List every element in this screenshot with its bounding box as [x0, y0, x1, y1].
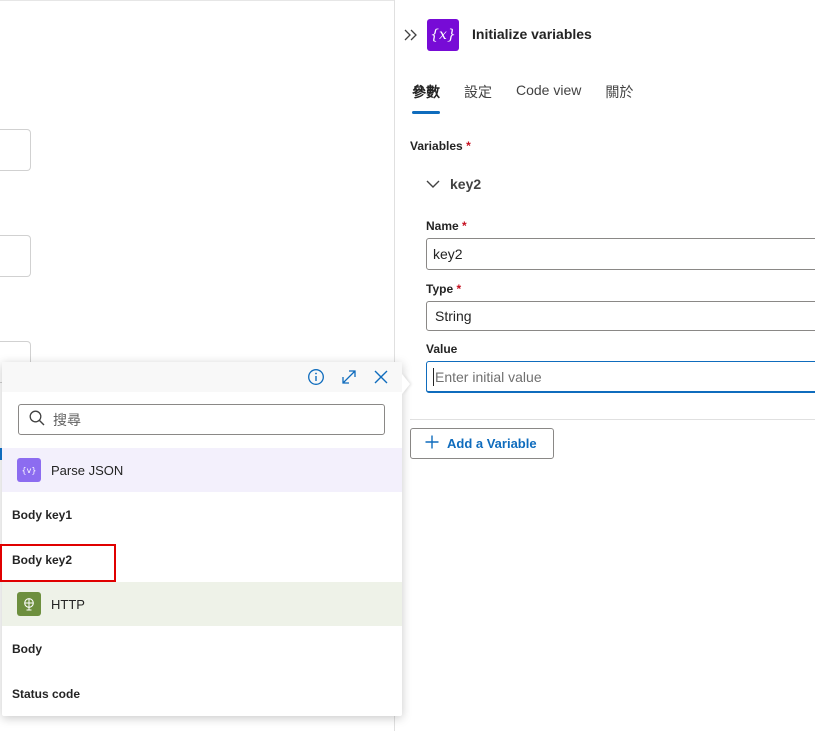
required-mark: * — [466, 139, 471, 153]
dynamic-content-search-input[interactable]: 搜尋 — [18, 404, 385, 435]
canvas-selection-marker — [0, 448, 2, 460]
search-placeholder: 搜尋 — [53, 411, 81, 428]
variables-label-text: Variables — [410, 139, 463, 153]
group-label: HTTP — [51, 596, 85, 612]
highlight-box — [0, 544, 116, 582]
required-mark: * — [456, 282, 462, 296]
variable-value-input[interactable]: Enter initial value — [426, 361, 815, 393]
add-variable-button[interactable]: Add a Variable — [410, 428, 554, 459]
group-label: Parse JSON — [51, 462, 124, 478]
svg-text:{v}: {v} — [22, 466, 36, 475]
variable-action-icon: {x} — [427, 19, 459, 51]
name-label-text: Name — [426, 219, 459, 233]
panel-title: Initialize variables — [472, 26, 592, 42]
popup-pointer — [402, 374, 410, 394]
text-caret — [433, 367, 434, 386]
type-label-text: Type — [426, 282, 454, 296]
section-divider — [410, 419, 815, 420]
panel-tabs: 參數 設定 Code view 關於 — [412, 80, 657, 114]
group-http: HTTP — [2, 582, 402, 626]
tab-about[interactable]: 關於 — [605, 80, 633, 114]
canvas-top-border — [0, 0, 395, 5]
token-body-key1[interactable]: Body key1 — [2, 493, 402, 537]
group-parse-json: {v} Parse JSON — [2, 448, 402, 492]
variable-header-label: key2 — [450, 176, 482, 192]
search-icon — [29, 410, 45, 429]
info-icon[interactable] — [307, 368, 325, 386]
token-status-code[interactable]: Status code — [2, 672, 402, 716]
value-label: Value — [426, 342, 458, 356]
value-placeholder: Enter initial value — [435, 368, 542, 385]
token-body[interactable]: Body — [2, 627, 402, 671]
parse-json-icon: {v} — [17, 458, 41, 482]
variable-name-value: key2 — [433, 246, 463, 262]
close-icon[interactable] — [372, 368, 390, 386]
variable-type-dropdown[interactable]: String — [426, 301, 815, 331]
plus-icon — [425, 435, 439, 452]
action-details-panel: {x} Initialize variables 參數 設定 Code view… — [396, 0, 815, 731]
variable-name-input[interactable]: key2 — [426, 238, 815, 270]
dynamic-content-popup: 搜尋 {v} Parse JSON Body key1 Body key2 HT… — [2, 362, 410, 716]
variables-label: Variables * — [410, 139, 471, 153]
type-label: Type * — [426, 282, 461, 296]
variable-type-value: String — [435, 308, 472, 324]
tab-settings[interactable]: 設定 — [464, 80, 492, 114]
name-label: Name * — [426, 219, 467, 233]
tab-parameters[interactable]: 參數 — [412, 80, 440, 114]
variable-collapse-toggle[interactable]: key2 — [426, 176, 481, 192]
canvas-action-card[interactable] — [0, 235, 31, 277]
tab-code-view[interactable]: Code view — [516, 80, 581, 114]
required-mark: * — [462, 219, 467, 233]
chevron-down-icon — [426, 176, 440, 192]
collapse-panel-icon[interactable] — [403, 26, 419, 44]
http-globe-icon — [17, 592, 41, 616]
expand-icon[interactable] — [340, 368, 358, 386]
canvas-action-card[interactable] — [0, 129, 31, 171]
add-variable-label: Add a Variable — [447, 436, 537, 451]
